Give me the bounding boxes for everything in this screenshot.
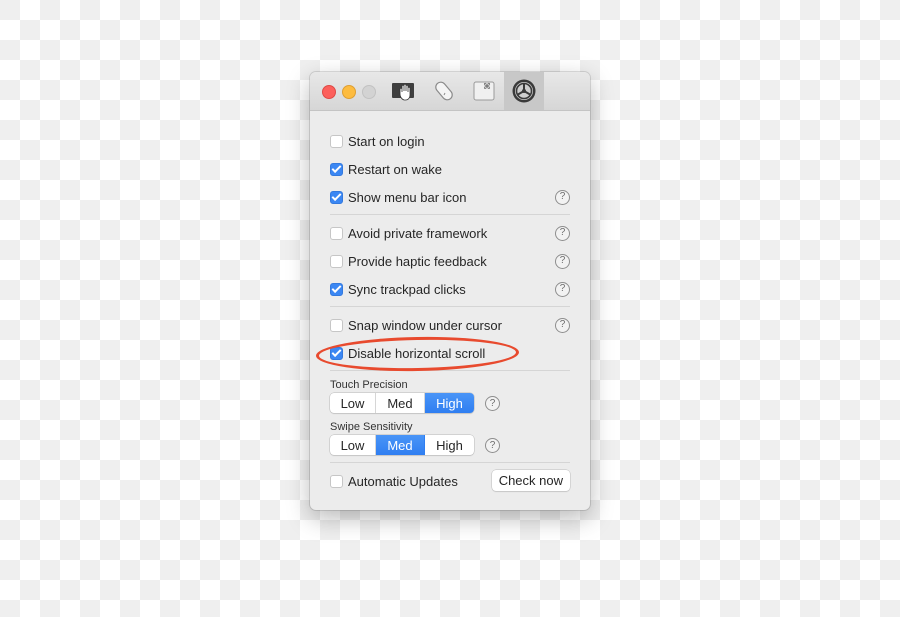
- preferences-window: ⌘ Start on login Restart on wake Show me…: [310, 72, 590, 510]
- touch-precision-med[interactable]: Med: [376, 393, 425, 413]
- provide-haptic-feedback-row[interactable]: Provide haptic feedback ?: [330, 251, 570, 271]
- provide-haptic-feedback-checkbox[interactable]: [330, 254, 343, 268]
- avoid-private-framework-checkbox[interactable]: [330, 226, 343, 240]
- snap-window-under-cursor-row[interactable]: Snap window under cursor ?: [330, 315, 570, 335]
- mouse-icon: [435, 81, 453, 101]
- restart-on-wake-label: Restart on wake: [348, 161, 442, 177]
- automatic-updates-label: Automatic Updates: [348, 473, 458, 489]
- sync-trackpad-clicks-checkbox[interactable]: [330, 282, 343, 296]
- help-icon[interactable]: ?: [555, 225, 570, 241]
- swipe-sensitivity-low[interactable]: Low: [330, 435, 376, 455]
- show-menu-bar-icon-label: Show menu bar icon: [348, 189, 467, 205]
- swipe-sensitivity-high[interactable]: High: [425, 435, 474, 455]
- touch-precision-segmented-control[interactable]: Low Med High: [330, 393, 474, 413]
- sync-trackpad-clicks-label: Sync trackpad clicks: [348, 281, 466, 297]
- keyboard-shortcut-icon: ⌘: [473, 81, 495, 101]
- swipe-sensitivity-label: Swipe Sensitivity: [330, 421, 413, 433]
- divider: [330, 214, 570, 215]
- svg-text:⌘: ⌘: [483, 82, 491, 91]
- touch-precision-label: Touch Precision: [330, 379, 408, 391]
- check-now-button[interactable]: Check now: [491, 470, 570, 491]
- divider: [330, 306, 570, 307]
- touch-precision-high[interactable]: High: [425, 393, 474, 413]
- help-icon[interactable]: ?: [485, 396, 500, 411]
- show-menu-bar-icon-checkbox[interactable]: [330, 190, 343, 204]
- start-on-login-checkbox[interactable]: [330, 134, 343, 148]
- start-on-login-label: Start on login: [348, 133, 425, 149]
- avoid-private-framework-row[interactable]: Avoid private framework ?: [330, 223, 570, 243]
- minimize-button[interactable]: [342, 85, 356, 99]
- help-icon[interactable]: ?: [555, 317, 570, 333]
- divider: [330, 370, 570, 371]
- help-icon[interactable]: ?: [485, 438, 500, 453]
- help-icon[interactable]: ?: [555, 281, 570, 297]
- swipe-sensitivity-segmented-control[interactable]: Low Med High: [330, 435, 474, 455]
- tab-shortcuts[interactable]: ⌘: [464, 72, 504, 110]
- swipe-sensitivity-med[interactable]: Med: [376, 435, 425, 455]
- touch-precision-low[interactable]: Low: [330, 393, 376, 413]
- avoid-private-framework-label: Avoid private framework: [348, 225, 488, 241]
- tab-mouse[interactable]: [424, 72, 464, 110]
- restart-on-wake-row[interactable]: Restart on wake: [330, 159, 570, 179]
- gesture-hand-icon: [392, 83, 414, 101]
- help-icon[interactable]: ?: [555, 253, 570, 269]
- help-icon[interactable]: ?: [555, 189, 570, 205]
- tab-general[interactable]: [504, 72, 544, 110]
- divider: [330, 462, 570, 463]
- automatic-updates-checkbox[interactable]: [330, 474, 343, 488]
- gear-icon: [512, 79, 536, 103]
- snap-window-under-cursor-label: Snap window under cursor: [348, 317, 502, 333]
- tab-gestures[interactable]: [384, 72, 424, 110]
- start-on-login-row[interactable]: Start on login: [330, 131, 570, 151]
- restart-on-wake-checkbox[interactable]: [330, 162, 343, 176]
- snap-window-under-cursor-checkbox[interactable]: [330, 318, 343, 332]
- close-button[interactable]: [322, 85, 336, 99]
- show-menu-bar-icon-row[interactable]: Show menu bar icon ?: [330, 187, 570, 207]
- provide-haptic-feedback-label: Provide haptic feedback: [348, 253, 487, 269]
- title-bar: ⌘: [310, 72, 590, 111]
- zoom-button[interactable]: [362, 85, 376, 99]
- sync-trackpad-clicks-row[interactable]: Sync trackpad clicks ?: [330, 279, 570, 299]
